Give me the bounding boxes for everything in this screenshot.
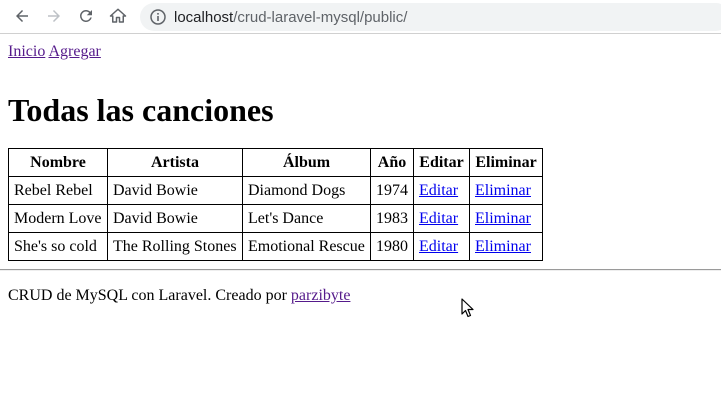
cell-editar: Editar [413, 204, 470, 233]
cell-album: Diamond Dogs [242, 176, 371, 205]
column-header-artista: Artista [107, 148, 243, 177]
column-header-nombre: Nombre [8, 148, 108, 177]
table-row: Modern Love David Bowie Let's Dance 1983… [8, 204, 543, 233]
table-header-row: Nombre Artista Álbum Año Editar Eliminar [8, 148, 543, 177]
cell-editar: Editar [413, 176, 470, 205]
cell-anio: 1980 [370, 232, 414, 261]
footer-divider [0, 269, 721, 271]
back-arrow-icon[interactable] [10, 4, 34, 28]
column-header-album: Álbum [242, 148, 371, 177]
footer-text: CRUD de MySQL con Laravel. Creado por [8, 287, 291, 304]
reload-icon[interactable] [74, 4, 98, 28]
home-icon[interactable] [106, 4, 130, 28]
cell-nombre: She's so cold [8, 232, 108, 261]
forward-arrow-icon[interactable] [42, 4, 66, 28]
edit-link[interactable]: Editar [419, 182, 458, 199]
songs-table: Nombre Artista Álbum Año Editar Eliminar… [8, 148, 543, 261]
table-row: She's so cold The Rolling Stones Emotion… [8, 232, 543, 261]
page-title: Todas las canciones [8, 92, 274, 128]
cell-eliminar: Eliminar [469, 232, 543, 261]
cell-anio: 1983 [370, 204, 414, 233]
url-path: /crud-laravel-mysql/public/ [233, 8, 408, 26]
browser-toolbar: localhost/crud-laravel-mysql/public/ [0, 0, 721, 34]
column-header-anio: Año [370, 148, 414, 177]
cell-nombre: Rebel Rebel [8, 176, 108, 205]
home-link[interactable]: Inicio [8, 43, 45, 60]
info-icon[interactable] [150, 9, 166, 25]
url-host: localhost [174, 8, 234, 26]
cell-eliminar: Eliminar [469, 204, 543, 233]
add-link[interactable]: Agregar [48, 43, 100, 60]
author-link[interactable]: parzibyte [291, 287, 351, 304]
page-content: Inicio Agregar Todas las canciones Nombr… [0, 42, 721, 305]
cell-album: Let's Dance [242, 204, 371, 233]
footer: CRUD de MySQL con Laravel. Creado por pa… [8, 287, 713, 305]
cell-nombre: Modern Love [8, 204, 108, 233]
cell-eliminar: Eliminar [469, 176, 543, 205]
address-bar[interactable]: localhost/crud-laravel-mysql/public/ [140, 3, 721, 31]
cell-album: Emotional Rescue [242, 232, 371, 261]
table-row: Rebel Rebel David Bowie Diamond Dogs 197… [8, 176, 543, 205]
column-header-editar: Editar [413, 148, 470, 177]
cell-artista: David Bowie [107, 204, 243, 233]
edit-link[interactable]: Editar [419, 210, 458, 227]
delete-link[interactable]: Eliminar [475, 182, 531, 199]
nav-links: Inicio Agregar [8, 42, 713, 62]
cell-anio: 1974 [370, 176, 414, 205]
cell-editar: Editar [413, 232, 470, 261]
edit-link[interactable]: Editar [419, 238, 458, 255]
delete-link[interactable]: Eliminar [475, 210, 531, 227]
mouse-cursor-icon [461, 298, 474, 318]
column-header-eliminar: Eliminar [469, 148, 543, 177]
delete-link[interactable]: Eliminar [475, 238, 531, 255]
cell-artista: The Rolling Stones [107, 232, 243, 261]
cell-artista: David Bowie [107, 176, 243, 205]
